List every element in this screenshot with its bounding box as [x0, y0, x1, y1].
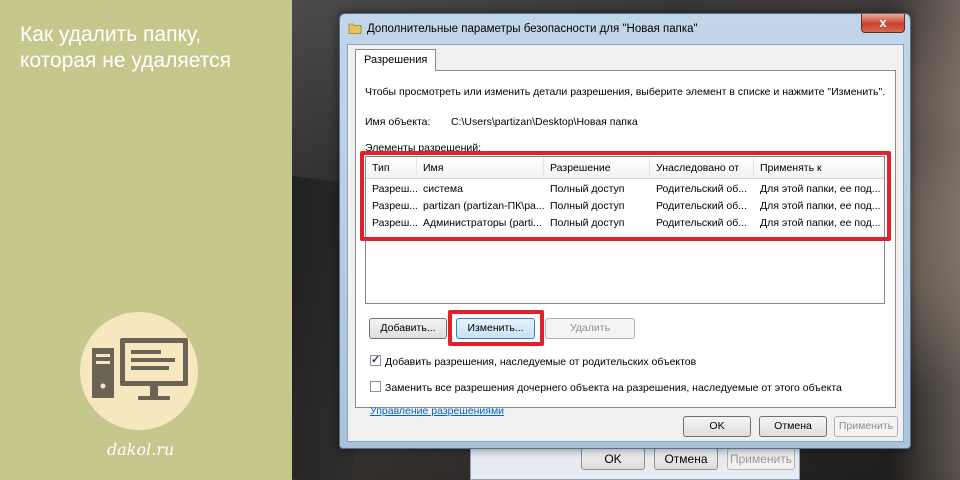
manage-permissions-link[interactable]: Управление разрешениями: [370, 405, 504, 417]
cell-type: Разреш...: [372, 200, 417, 212]
cell-permission: Полный доступ: [550, 217, 625, 229]
article-title-line1: Как удалить папку,: [20, 23, 202, 46]
remove-button[interactable]: Удалить: [545, 318, 635, 339]
list-header: Тип Имя Разрешение Унаследовано от Приме…: [366, 157, 884, 179]
column-header-name[interactable]: Имя: [417, 157, 544, 179]
permission-entries-label: Элементы разрешений:: [365, 142, 482, 154]
cell-name: Администраторы (parti...: [423, 217, 542, 229]
inherit-checkbox-label: Добавить разрешения, наследуемые от роди…: [385, 356, 697, 368]
computer-monitor-icon: [80, 312, 198, 430]
dialog-titlebar[interactable]: Дополнительные параметры безопасности дл…: [340, 14, 910, 44]
article-panel: Как удалить папку, которая не удаляется …: [0, 0, 292, 480]
apply-button[interactable]: Применить: [834, 416, 898, 437]
inherit-checkbox[interactable]: [370, 353, 381, 366]
column-header-inherited[interactable]: Унаследовано от: [650, 157, 754, 179]
advanced-security-dialog: Дополнительные параметры безопасности дл…: [339, 13, 911, 449]
article-title: Как удалить папку, которая не удаляется: [20, 22, 280, 74]
instruction-text: Чтобы просмотреть или изменить детали ра…: [365, 86, 886, 98]
permissions-panel: Чтобы просмотреть или изменить детали ра…: [355, 70, 896, 417]
ok-button[interactable]: OK: [683, 416, 751, 437]
column-header-applies-to[interactable]: Применять к: [754, 157, 884, 179]
cell-name: partizan (partizan-ПК\pa...: [423, 200, 544, 212]
cell-type: Разреш...: [372, 183, 417, 195]
inherit-permissions-option[interactable]: Добавить разрешения, наследуемые от роди…: [370, 353, 697, 368]
cell-inherited: Родительский об...: [656, 183, 748, 195]
back-apply-button[interactable]: Применить: [727, 448, 795, 470]
replace-permissions-option[interactable]: Заменить все разрешения дочернего объект…: [370, 381, 842, 394]
cell-permission: Полный доступ: [550, 183, 625, 195]
add-button[interactable]: Добавить...: [369, 318, 447, 339]
cell-type: Разреш...: [372, 217, 417, 229]
replace-checkbox[interactable]: [370, 381, 381, 392]
cancel-button[interactable]: Отмена: [759, 416, 827, 437]
folder-icon: [348, 21, 362, 35]
cell-inherited: Родительский об...: [656, 200, 748, 212]
column-header-permission[interactable]: Разрешение: [544, 157, 650, 179]
cell-permission: Полный доступ: [550, 200, 625, 212]
article-title-line2: которая не удаляется: [20, 49, 231, 72]
table-row[interactable]: Разреш... система Полный доступ Родитель…: [366, 181, 884, 198]
site-name: dakol.ru: [107, 440, 175, 459]
cell-applies-to: Для этой папки, ее под...: [760, 217, 881, 229]
back-cancel-button[interactable]: Отмена: [654, 448, 718, 470]
cell-name: система: [423, 183, 463, 195]
cell-inherited: Родительский об...: [656, 217, 748, 229]
replace-checkbox-label: Заменить все разрешения дочернего объект…: [385, 382, 842, 394]
object-name-label: Имя объекта:: [365, 116, 431, 128]
close-button[interactable]: x: [861, 14, 905, 33]
object-name-value: C:\Users\partizan\Desktop\Новая папка: [451, 116, 638, 128]
cell-applies-to: Для этой папки, ее под...: [760, 200, 881, 212]
column-header-type[interactable]: Тип: [366, 157, 417, 179]
table-row[interactable]: Разреш... Администраторы (parti... Полны…: [366, 215, 884, 232]
dialog-client: Разрешения Чтобы просмотреть или изменит…: [347, 44, 904, 442]
edit-button[interactable]: Изменить...: [456, 318, 535, 339]
tab-permissions[interactable]: Разрешения: [355, 49, 437, 71]
table-row[interactable]: Разреш... partizan (partizan-ПК\pa... По…: [366, 198, 884, 215]
dialog-title: Дополнительные параметры безопасности дл…: [367, 23, 698, 35]
permission-entries-list[interactable]: Тип Имя Разрешение Унаследовано от Приме…: [365, 156, 885, 304]
cell-applies-to: Для этой папки, ее под...: [760, 183, 881, 195]
back-ok-button[interactable]: OK: [581, 448, 645, 470]
